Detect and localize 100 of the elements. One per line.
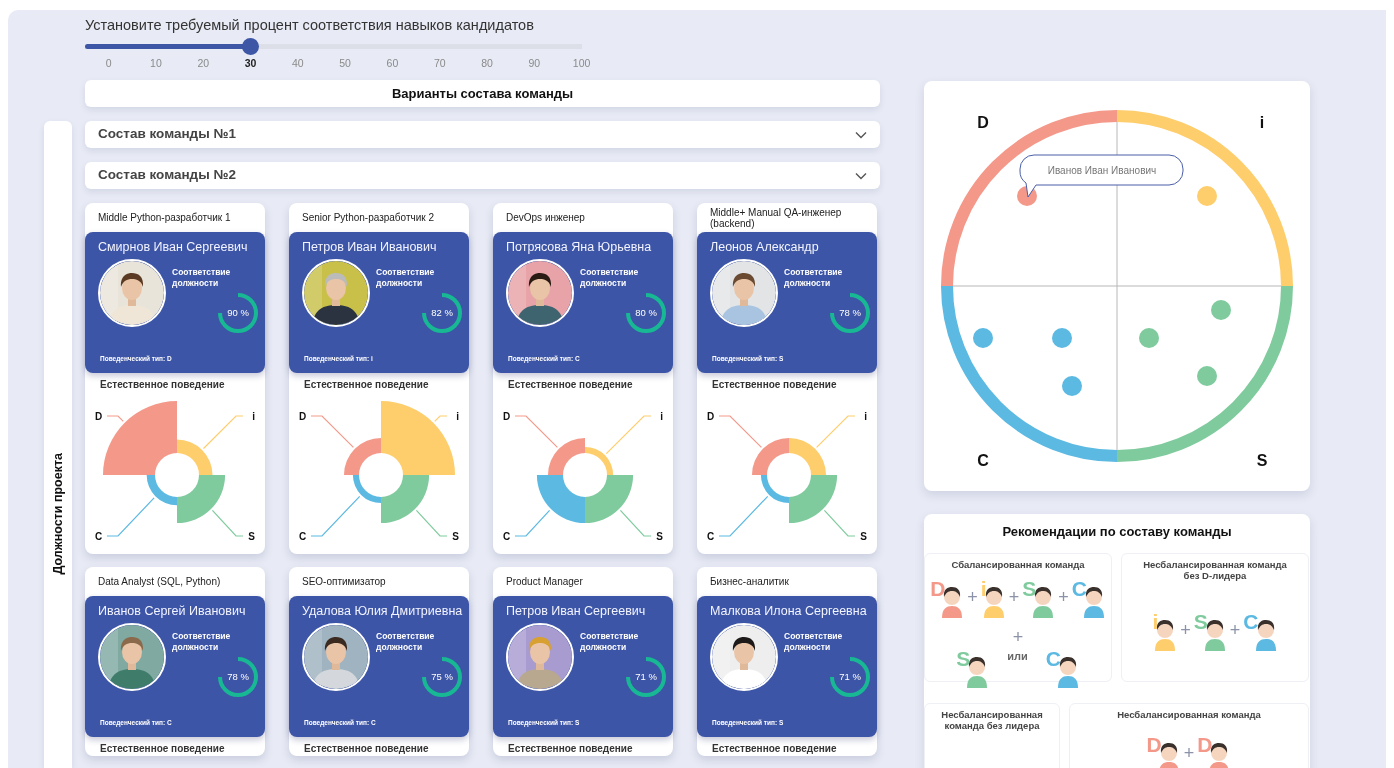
plus-sign: + bbox=[1057, 586, 1070, 608]
axis-label: S bbox=[452, 531, 459, 542]
person-dot[interactable] bbox=[1211, 300, 1231, 320]
plus-sign: + bbox=[1228, 619, 1242, 641]
candidate-name: Леонов Александр bbox=[710, 239, 820, 255]
chevron-down-icon bbox=[855, 130, 867, 139]
quadrant-label: S bbox=[1256, 452, 1268, 469]
match-percent: 71 % bbox=[634, 670, 658, 683]
disc-letter: D bbox=[1197, 734, 1213, 756]
disc-letter: D bbox=[930, 578, 946, 600]
panel-title: Несбалансированная команда без лидера bbox=[940, 709, 1044, 731]
position-title: Middle+ Manual QA-инженер (backend) bbox=[710, 206, 843, 229]
tick-label[interactable]: 50 bbox=[339, 56, 351, 70]
progress-ring bbox=[217, 656, 259, 698]
match-label: Соответствие должности bbox=[784, 267, 844, 289]
tick-label[interactable]: 10 bbox=[150, 56, 162, 70]
axis-label: C bbox=[707, 531, 715, 542]
header-title: Варианты состава команды bbox=[391, 84, 574, 103]
position-title: Бизнес-аналитик bbox=[710, 576, 789, 587]
panel-title: Несбалансированная команда без D-лидера bbox=[1142, 559, 1288, 581]
leader-line bbox=[106, 415, 124, 422]
progress-ring bbox=[217, 292, 259, 334]
leader-line bbox=[514, 415, 558, 448]
plus-sign: + bbox=[1179, 619, 1192, 641]
leader-line bbox=[202, 415, 244, 450]
match-percent: 78 % bbox=[226, 670, 250, 683]
leader-line bbox=[415, 509, 448, 537]
axis-label: D bbox=[299, 411, 307, 422]
tick-label[interactable]: 40 bbox=[292, 56, 304, 70]
leader-line bbox=[816, 415, 856, 448]
progress-ring bbox=[625, 656, 667, 698]
person-dot[interactable] bbox=[1197, 366, 1217, 386]
disc-letter: C bbox=[1045, 648, 1061, 670]
match-percent: 90 % bbox=[226, 306, 250, 319]
plus-sign: + bbox=[966, 586, 979, 608]
axis-label: S bbox=[248, 531, 255, 542]
tick-label[interactable]: 80 bbox=[481, 56, 493, 70]
axis-label: D bbox=[707, 411, 715, 422]
section-title: Естественное поведение bbox=[303, 378, 430, 392]
tick-label[interactable]: 0 bbox=[105, 56, 112, 70]
slider-thumb[interactable] bbox=[242, 38, 260, 55]
tick-label[interactable]: 30 bbox=[244, 56, 257, 70]
or-label: или bbox=[1006, 649, 1029, 664]
quadrant-label: C bbox=[977, 452, 989, 469]
axis-label: i bbox=[456, 411, 459, 422]
tick-label[interactable]: 60 bbox=[386, 56, 399, 70]
candidate-name: Петров Иван Иванович bbox=[302, 239, 438, 255]
leader-line bbox=[718, 415, 762, 448]
match-label: Соответствие должности bbox=[580, 267, 640, 289]
axis-label: D bbox=[503, 411, 511, 422]
match-percent: 78 % bbox=[838, 306, 862, 319]
plus-sign: + bbox=[1007, 586, 1021, 608]
candidate-name: Малкова Илона Сергеевна bbox=[710, 603, 868, 619]
disc-letter: D bbox=[1146, 734, 1162, 756]
tick-label[interactable]: 70 bbox=[433, 56, 446, 70]
disc-letter: S bbox=[956, 648, 971, 670]
section-title: Естественное поведение bbox=[507, 378, 634, 392]
tick-label[interactable]: 20 bbox=[197, 56, 210, 70]
axis-label: S bbox=[656, 531, 663, 542]
leader-line bbox=[619, 509, 652, 537]
person-dot[interactable] bbox=[1139, 328, 1159, 348]
progress-ring bbox=[625, 292, 667, 334]
panel-title: Сбалансированная команда bbox=[950, 559, 1086, 570]
tick-label[interactable]: 90 bbox=[528, 56, 541, 70]
axis-label: C bbox=[95, 531, 103, 542]
person-dot[interactable] bbox=[1197, 186, 1217, 206]
tick-label[interactable]: 100 bbox=[572, 56, 591, 70]
match-percent: 80 % bbox=[634, 306, 658, 319]
section-title: Естественное поведение bbox=[711, 378, 838, 392]
section-title: Естественное поведение bbox=[99, 378, 226, 392]
leader-line bbox=[310, 495, 361, 537]
person-dot[interactable] bbox=[1052, 328, 1072, 348]
match-percent: 82 % bbox=[430, 306, 454, 319]
match-percent: 75 % bbox=[430, 670, 454, 683]
disc-letter: S bbox=[1193, 611, 1208, 633]
leader-line bbox=[106, 497, 155, 537]
position-title: Data Analyst (SQL, Python) bbox=[98, 576, 221, 587]
slider-label: Установите требуемый процент соответствия навыков кандидатов bbox=[85, 16, 535, 34]
leader-line bbox=[718, 495, 769, 537]
match-label: Соответствие должности bbox=[376, 267, 436, 289]
section-title: Естественное поведение bbox=[507, 742, 634, 756]
person-dot[interactable] bbox=[1062, 376, 1082, 396]
accordion-header[interactable]: Состав команды №1 bbox=[85, 121, 880, 148]
side-label: Должности проекта bbox=[49, 453, 66, 575]
leader-line bbox=[434, 415, 448, 422]
candidate-name: Потрясова Яна Юрьевна bbox=[506, 239, 653, 255]
section-title: Естественное поведение bbox=[303, 742, 430, 756]
match-label: Соответствие должности bbox=[580, 631, 640, 653]
axis-label: i bbox=[660, 411, 663, 422]
card-title: Рекомендации по составу команды bbox=[1001, 523, 1233, 541]
person-dot[interactable] bbox=[973, 328, 993, 348]
leader-line bbox=[211, 509, 244, 537]
quadrant-label: i bbox=[1259, 114, 1265, 131]
candidate-name: Иванов Сергей Иванович bbox=[98, 603, 247, 619]
candidate-name: Удалова Юлия Дмитриевна bbox=[302, 603, 463, 619]
axis-label: C bbox=[299, 531, 307, 542]
leader-line bbox=[310, 415, 354, 448]
leader-line bbox=[605, 415, 652, 455]
match-percent: 71 % bbox=[838, 670, 862, 683]
accordion-header[interactable]: Состав команды №2 bbox=[85, 162, 880, 189]
